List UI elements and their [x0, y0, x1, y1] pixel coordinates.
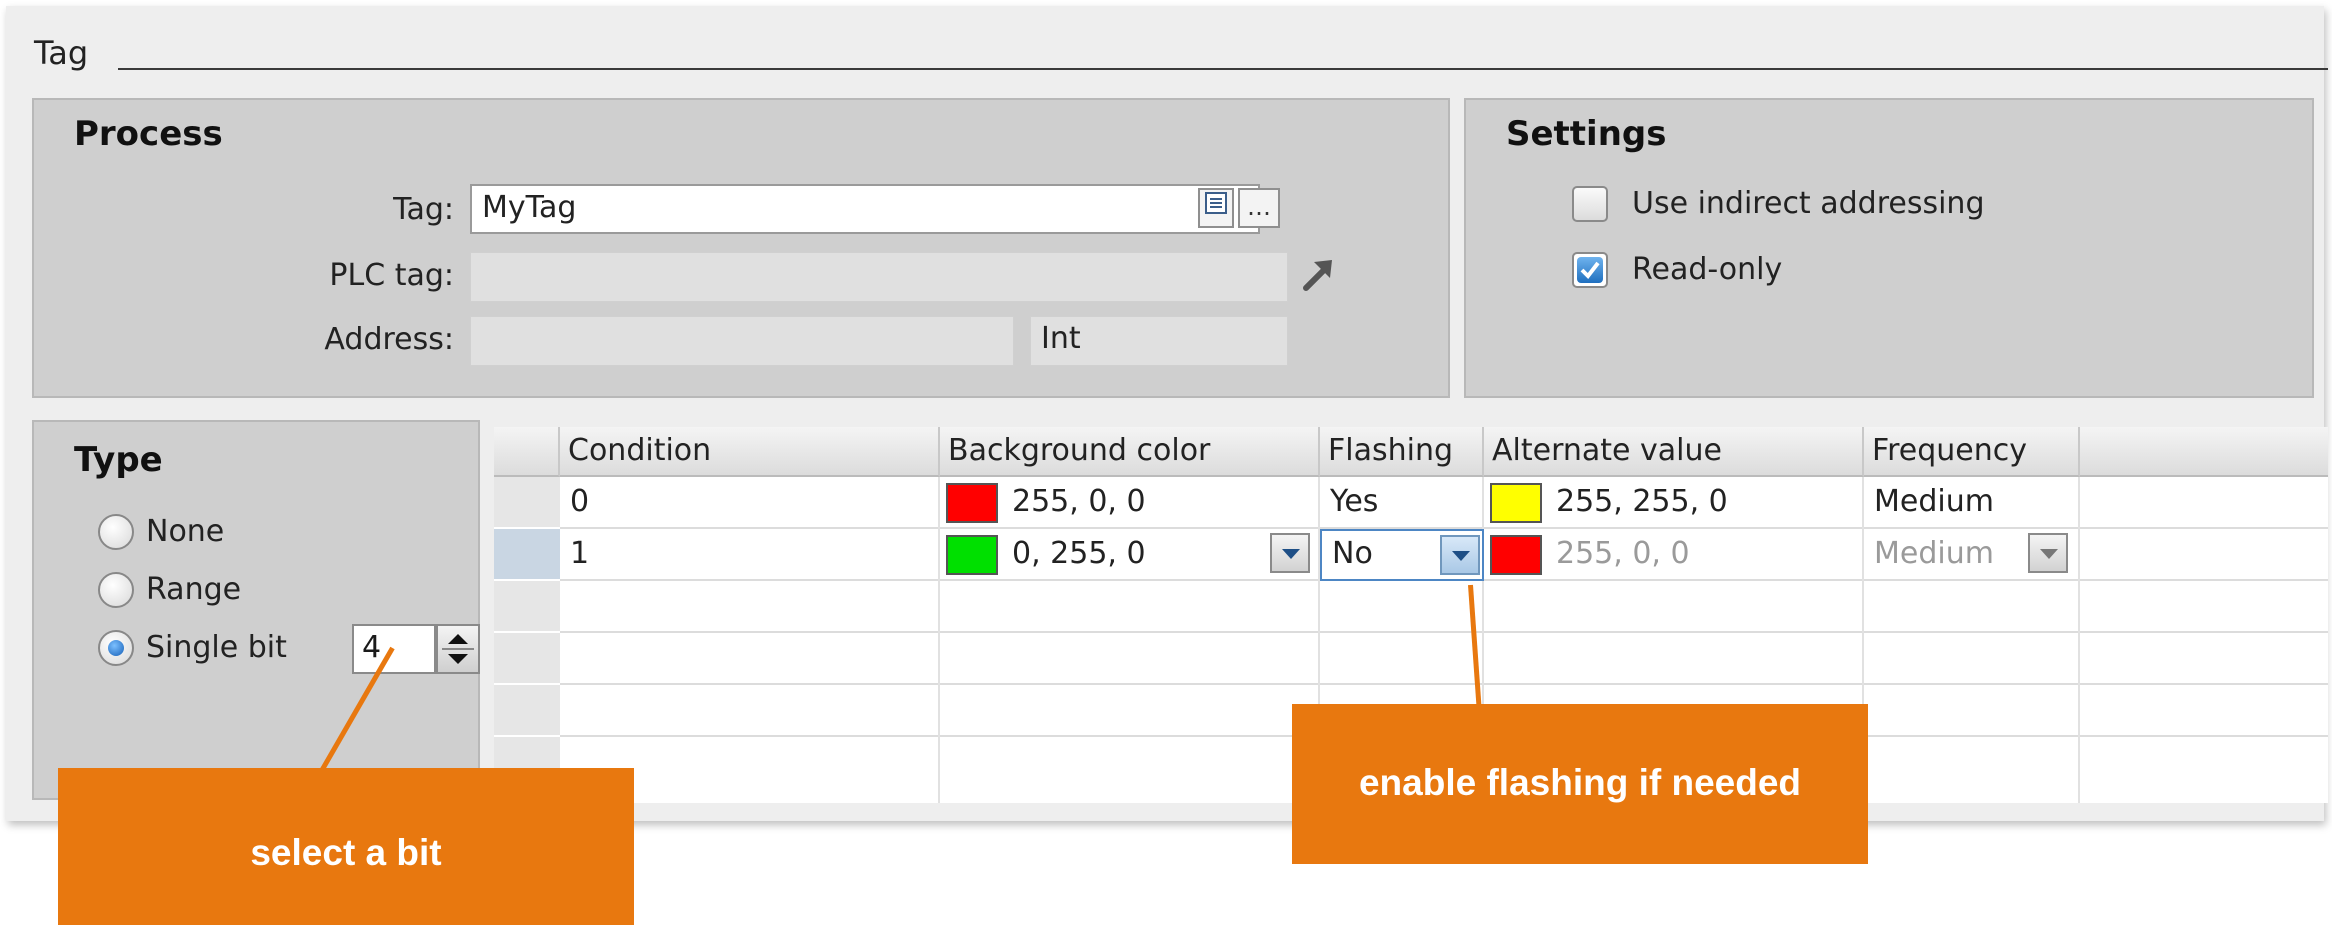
ellipsis-icon: … — [1247, 193, 1271, 221]
tag-browse-button[interactable]: … — [1238, 188, 1280, 228]
section-header-divider — [118, 68, 2328, 70]
row-header-selected[interactable] — [494, 529, 560, 581]
stepper-arrows-icon — [442, 634, 474, 664]
tag-list-button[interactable] — [1198, 188, 1234, 228]
row0-alt-color-swatch[interactable] — [1490, 483, 1542, 523]
goto-arrow-icon[interactable] — [1298, 254, 1338, 298]
type-single-bit-radio[interactable] — [98, 630, 134, 666]
row1-bg-color-dropdown[interactable] — [1270, 533, 1310, 573]
row-header[interactable] — [494, 477, 560, 529]
chevron-down-icon — [1282, 549, 1300, 559]
settings-group: Settings Use indirect addressing Read-on… — [1464, 98, 2314, 398]
col-header-empty — [2080, 427, 2328, 477]
row1-frequency[interactable]: Medium — [1864, 529, 1994, 579]
row-divider — [560, 631, 2328, 633]
flashing-callout: enable flashing if needed — [1292, 704, 1868, 864]
row1-flashing-editor[interactable]: No — [1320, 529, 1484, 581]
col-header-flashing[interactable]: Flashing — [1320, 427, 1484, 477]
bit-callout: select a bit — [58, 768, 634, 925]
row1-bg-color-swatch[interactable] — [946, 535, 998, 575]
properties-panel: Tag Process Tag: MyTag … PLC tag: Addres… — [6, 6, 2328, 821]
row1-condition[interactable]: 1 — [560, 529, 940, 579]
type-single-bit-label: Single bit — [146, 630, 287, 665]
tag-label: Tag: — [393, 192, 454, 227]
chevron-down-icon — [1452, 551, 1470, 561]
col-header-background-color[interactable]: Background color — [940, 427, 1320, 477]
process-title: Process — [74, 114, 223, 154]
type-title: Type — [74, 440, 163, 480]
address-label: Address: — [324, 322, 454, 357]
row0-bg-color-value[interactable]: 255, 0, 0 — [1002, 477, 1146, 527]
row-divider — [560, 683, 2328, 685]
type-none-label: None — [146, 514, 225, 549]
col-header-frequency[interactable]: Frequency — [1864, 427, 2080, 477]
col-header-alternate-value[interactable]: Alternate value — [1484, 427, 1864, 477]
type-range-radio[interactable] — [98, 572, 134, 608]
plc-tag-field — [470, 252, 1288, 302]
tag-input[interactable]: MyTag — [470, 184, 1260, 234]
row-header[interactable] — [494, 633, 560, 685]
chevron-down-icon — [2040, 549, 2058, 559]
indirect-addressing-checkbox[interactable] — [1572, 186, 1608, 222]
row1-alt-color-swatch[interactable] — [1490, 535, 1542, 575]
settings-title: Settings — [1506, 114, 1667, 154]
radio-selected-dot — [108, 640, 124, 656]
read-only-checkbox[interactable] — [1572, 252, 1608, 288]
read-only-label: Read-only — [1632, 252, 1783, 287]
address-field — [470, 316, 1014, 366]
checkmark-icon — [1577, 257, 1603, 283]
row-header-corner — [494, 427, 560, 477]
bit-number-stepper[interactable] — [436, 624, 480, 674]
row1-bg-color-value[interactable]: 0, 255, 0 — [1002, 529, 1146, 579]
bit-callout-text: select a bit — [250, 832, 442, 873]
row1-alt-value[interactable]: 255, 0, 0 — [1546, 529, 1690, 579]
address-type-field: Int — [1030, 316, 1288, 366]
type-range-label: Range — [146, 572, 242, 607]
row1-frequency-dropdown[interactable] — [2028, 533, 2068, 573]
type-group: Type None Range Single bit 4 — [32, 420, 480, 800]
row0-bg-color-swatch[interactable] — [946, 483, 998, 523]
row0-condition[interactable]: 0 — [560, 477, 940, 527]
col-header-condition[interactable]: Condition — [560, 427, 940, 477]
row0-frequency[interactable]: Medium — [1864, 477, 1994, 527]
row-header[interactable] — [494, 581, 560, 633]
indirect-addressing-label: Use indirect addressing — [1632, 186, 1985, 221]
row0-flashing[interactable]: Yes — [1320, 477, 1484, 527]
col-divider — [2078, 477, 2080, 803]
flashing-callout-text: enable flashing if needed — [1358, 762, 1802, 803]
type-none-radio[interactable] — [98, 514, 134, 550]
plc-tag-label: PLC tag: — [329, 258, 454, 293]
row1-flashing-dropdown[interactable] — [1440, 535, 1480, 575]
section-header-label: Tag — [34, 34, 89, 72]
list-icon — [1205, 192, 1227, 214]
process-group: Process Tag: MyTag … PLC tag: Address: I… — [32, 98, 1450, 398]
row-header[interactable] — [494, 685, 560, 737]
row1-flashing[interactable]: No — [1322, 529, 1373, 579]
row0-alt-value[interactable]: 255, 255, 0 — [1546, 477, 1728, 527]
